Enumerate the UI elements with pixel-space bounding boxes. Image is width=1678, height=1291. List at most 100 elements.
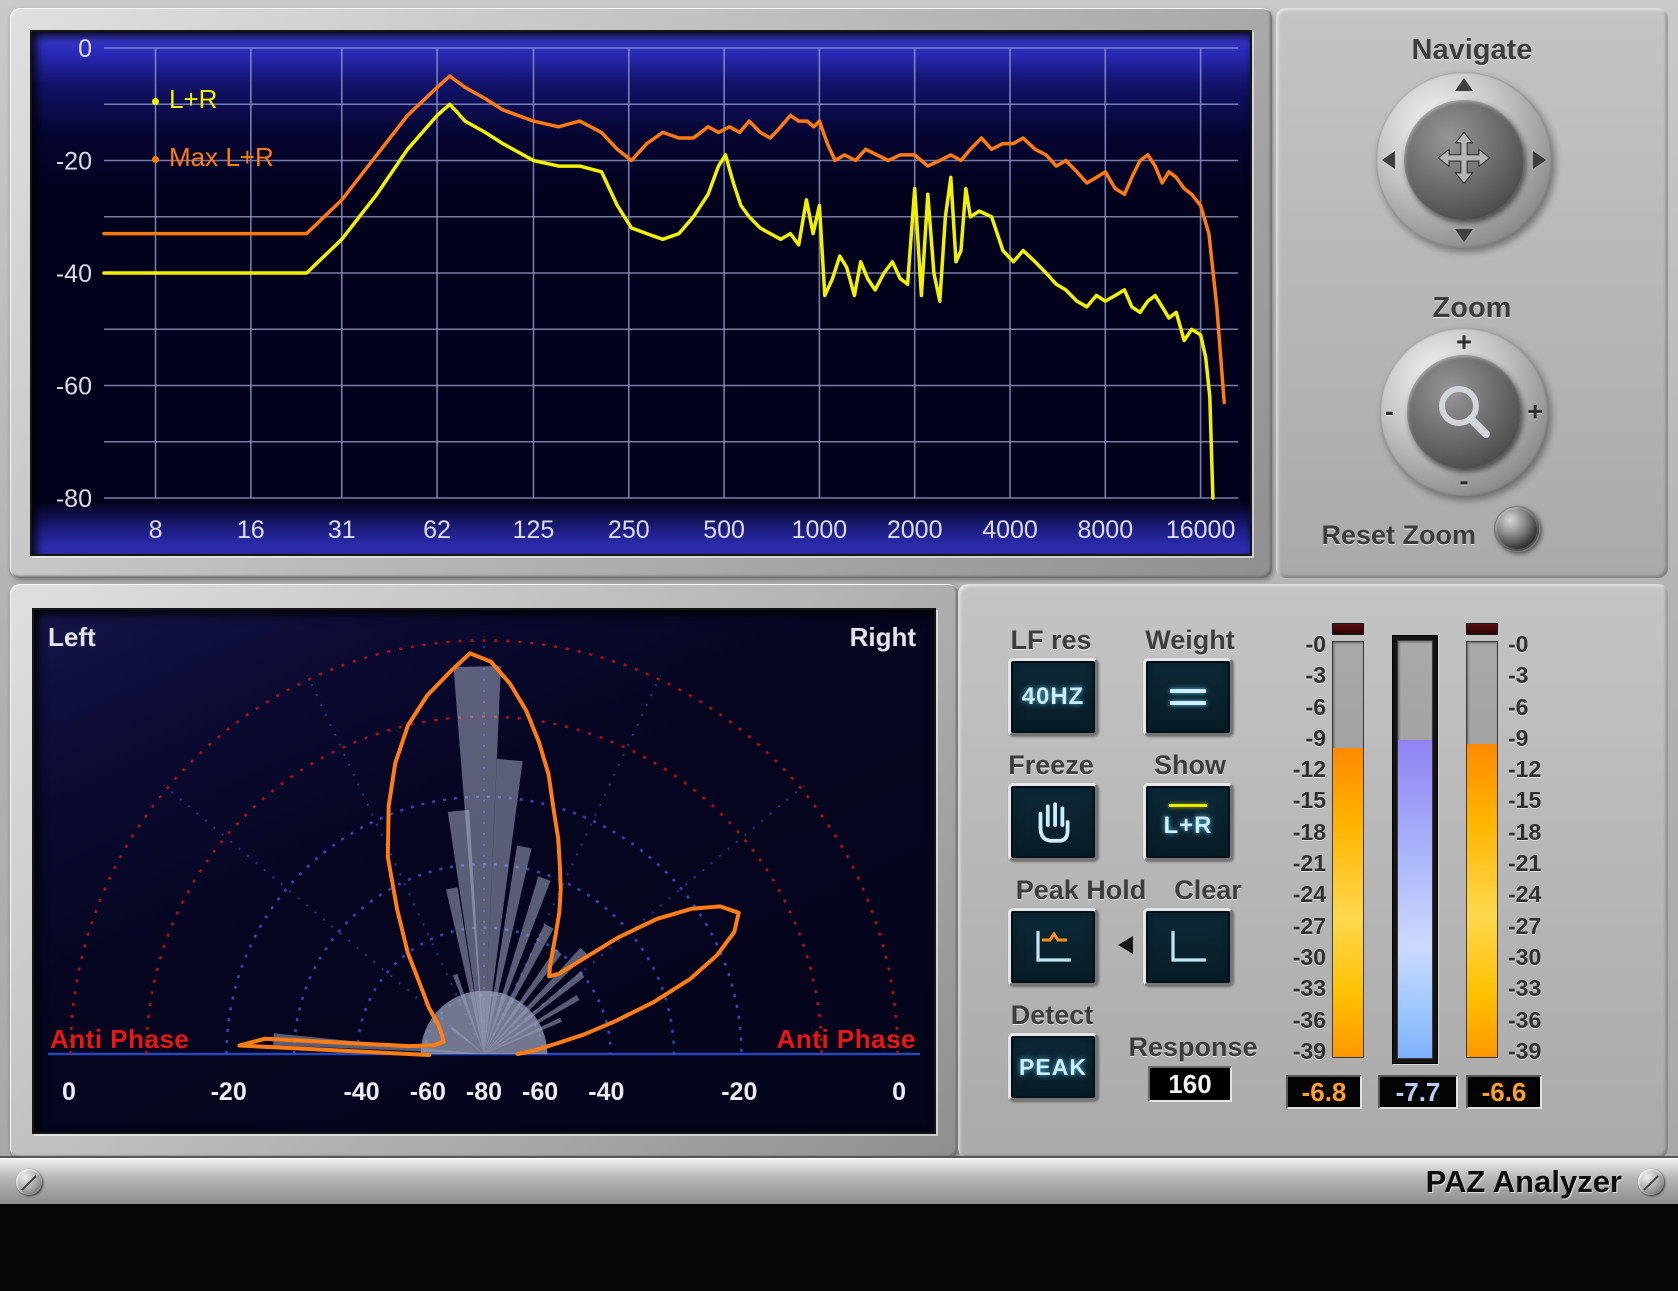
- meter-scale-tick: -3: [1306, 664, 1326, 687]
- meter-scale-tick: -27: [1508, 915, 1548, 938]
- svg-text:1000: 1000: [792, 516, 848, 544]
- move-arrows-icon: [1432, 128, 1496, 192]
- screw-left-icon: [16, 1169, 42, 1195]
- lf-res-button[interactable]: 40HZ: [1008, 658, 1098, 736]
- clear-axes-icon: [1165, 927, 1211, 967]
- legend-label-max-lr: Max L+R: [169, 142, 274, 172]
- bottom-strip: [0, 1204, 1678, 1291]
- spectrum-frame: 81631621252505001000200040008000160000-2…: [10, 8, 1272, 578]
- svg-text:-40: -40: [588, 1078, 624, 1106]
- svg-text:4000: 4000: [982, 516, 1038, 544]
- zoom-in-horizontal-mark[interactable]: +: [1527, 399, 1543, 426]
- response-value-box[interactable]: 160: [1148, 1066, 1232, 1102]
- svg-text:-20: -20: [721, 1078, 757, 1106]
- meter-scale-tick: -27: [1293, 915, 1326, 938]
- svg-text:31: 31: [328, 516, 356, 544]
- meter-scale-tick: -12: [1293, 758, 1326, 781]
- lf-res-value: 40HZ: [1022, 683, 1085, 711]
- reset-zoom-label: Reset Zoom: [1286, 520, 1476, 551]
- meter-scale-tick: -24: [1293, 883, 1326, 906]
- svg-text:0: 0: [62, 1078, 76, 1106]
- legend-item-lr: L+R: [152, 84, 217, 115]
- readout-right-value: -6.6: [1482, 1077, 1527, 1108]
- weight-button[interactable]: [1143, 658, 1233, 736]
- zoom-label: Zoom: [1276, 292, 1668, 325]
- svg-text:16000: 16000: [1166, 516, 1236, 544]
- show-value: L+R: [1163, 812, 1212, 840]
- zoom-out-horizontal-mark[interactable]: -: [1385, 399, 1394, 426]
- navigate-knob[interactable]: [1404, 100, 1524, 220]
- plugin-title: PAZ Analyzer: [1426, 1164, 1622, 1200]
- meter-scale-tick: -30: [1508, 946, 1548, 969]
- show-trace-line-icon: [1169, 804, 1207, 807]
- meter-scale-left: -0-3-6-9-12-15-18-21-24-27-30-33-36-39: [1286, 633, 1326, 1063]
- goniometer-display: 0-20-40-60-80-60-40-200 Left Right Anti …: [32, 608, 936, 1134]
- meter-scale-tick: -36: [1508, 1009, 1548, 1032]
- peak-hold-pointer-icon: [1118, 936, 1133, 954]
- svg-text:-20: -20: [56, 148, 92, 176]
- svg-text:-20: -20: [211, 1078, 247, 1106]
- svg-text:-60: -60: [410, 1078, 446, 1106]
- weight-label: Weight: [1125, 625, 1255, 656]
- zoom-out-vertical-mark[interactable]: -: [1460, 468, 1469, 495]
- meter-scale-tick: -36: [1293, 1009, 1326, 1032]
- zoom-knob[interactable]: [1407, 355, 1521, 469]
- meter-scale-tick: -0: [1306, 633, 1326, 656]
- svg-text:-40: -40: [344, 1078, 380, 1106]
- readout-mid-value: -7.7: [1396, 1077, 1441, 1108]
- meter-scale-tick: -39: [1293, 1040, 1326, 1063]
- navigate-up-icon[interactable]: [1455, 78, 1473, 91]
- detect-value: PEAK: [1019, 1054, 1087, 1081]
- peak-hold-icon: [1030, 927, 1076, 967]
- legend-dot-lr-icon: [152, 98, 159, 105]
- goniometer-frame: 0-20-40-60-80-60-40-200 Left Right Anti …: [10, 584, 958, 1158]
- svg-text:500: 500: [703, 516, 745, 544]
- reset-zoom-button[interactable]: [1494, 506, 1540, 552]
- meter-scale-tick: -21: [1293, 852, 1326, 875]
- meter-mid-fill: [1398, 740, 1432, 1058]
- meter-mid-frame: [1392, 635, 1438, 1064]
- meter-scale-tick: -15: [1293, 789, 1326, 812]
- meter-scale-tick: -9: [1508, 727, 1548, 750]
- svg-text:0: 0: [78, 35, 92, 63]
- meter-left: [1332, 641, 1364, 1058]
- weight-curve-icon: [1170, 688, 1206, 706]
- detect-button[interactable]: PEAK: [1008, 1033, 1098, 1101]
- navigate-right-icon[interactable]: [1533, 151, 1546, 169]
- svg-text:250: 250: [608, 516, 650, 544]
- lf-res-label: LF res: [986, 625, 1116, 656]
- svg-text:2000: 2000: [887, 516, 943, 544]
- navigate-pad[interactable]: [1376, 72, 1552, 248]
- svg-text:62: 62: [423, 516, 451, 544]
- meter-scale-right: -0-3-6-9-12-15-18-21-24-27-30-33-36-39: [1508, 633, 1548, 1063]
- meter-scale-tick: -18: [1508, 821, 1548, 844]
- meter-mid: [1397, 640, 1433, 1059]
- meter-scale-tick: -15: [1508, 789, 1548, 812]
- navigate-down-icon[interactable]: [1455, 229, 1473, 242]
- navigate-label: Navigate: [1276, 34, 1668, 67]
- meter-scale-tick: -30: [1293, 946, 1326, 969]
- clip-indicator-left[interactable]: [1332, 623, 1364, 635]
- show-button[interactable]: L+R: [1143, 783, 1233, 861]
- svg-text:-60: -60: [522, 1078, 558, 1106]
- meter-scale-tick: -18: [1293, 821, 1326, 844]
- meter-scale-tick: -6: [1508, 696, 1548, 719]
- navigate-left-icon[interactable]: [1382, 151, 1395, 169]
- zoom-pad[interactable]: + - - +: [1380, 328, 1548, 496]
- left-channel-label: Left: [48, 622, 96, 653]
- meter-scale-tick: -24: [1508, 883, 1548, 906]
- meter-scale-tick: -21: [1508, 852, 1548, 875]
- zoom-in-vertical-mark[interactable]: +: [1456, 329, 1472, 356]
- right-channel-label: Right: [850, 622, 916, 653]
- freeze-hand-icon: [1030, 798, 1076, 846]
- clip-indicator-right[interactable]: [1466, 623, 1498, 635]
- meter-scale-tick: -12: [1508, 758, 1548, 781]
- svg-text:-40: -40: [56, 260, 92, 288]
- legend-label-lr: L+R: [169, 84, 217, 114]
- navigate-zoom-panel: Navigate Zoom + - - +: [1276, 8, 1668, 578]
- peak-hold-button[interactable]: [1008, 908, 1098, 986]
- legend-dot-max-lr-icon: [152, 156, 159, 163]
- freeze-button[interactable]: [1008, 783, 1098, 861]
- clear-button[interactable]: [1143, 908, 1233, 986]
- svg-text:-80: -80: [56, 485, 92, 513]
